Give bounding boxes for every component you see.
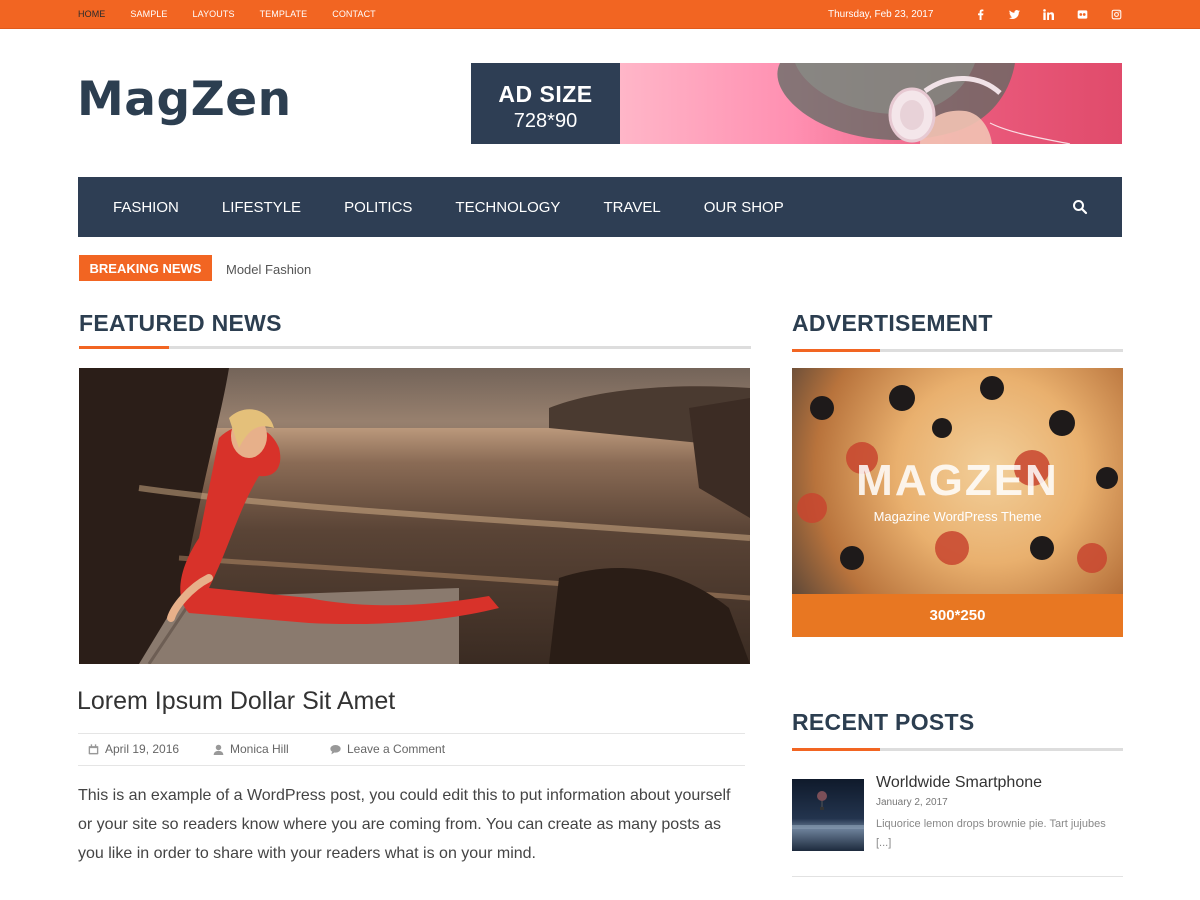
header-ad-size: 728*90 [513, 110, 578, 132]
instagram-icon[interactable] [1108, 6, 1124, 22]
recent-post-divider [792, 876, 1123, 877]
featured-heading-underline [79, 346, 751, 349]
advertisement-heading: ADVERTISEMENT [792, 310, 993, 336]
nav-item-fashion[interactable]: FASHION [113, 199, 179, 216]
calendar-icon [88, 743, 99, 754]
linkedin-icon[interactable] [1040, 6, 1056, 22]
recent-post-date: January 2, 2017 [876, 797, 948, 808]
header-ad-title: AD SIZE [498, 81, 593, 107]
meta-divider-top [78, 733, 745, 734]
top-nav-template[interactable]: TEMPLATE [260, 9, 308, 19]
nav-item-technology[interactable]: TECHNOLOGY [455, 199, 560, 216]
post-date: April 19, 2016 [88, 742, 179, 756]
nav-item-lifestyle[interactable]: LIFESTYLE [222, 199, 301, 216]
user-icon [213, 744, 224, 755]
comment-icon [330, 744, 341, 754]
recent-post-thumbnail[interactable] [792, 779, 864, 851]
header-ad-label: AD SIZE 728*90 [471, 63, 620, 144]
sidebar-ad-size[interactable]: 300*250 [792, 594, 1123, 637]
facebook-icon[interactable] [972, 6, 988, 22]
headphones-illustration [777, 63, 1071, 144]
featured-news-heading: FEATURED NEWS [79, 310, 282, 336]
sidebar-ad-brand: MAGZEN [856, 456, 1059, 505]
meta-divider-bottom [78, 765, 745, 766]
post-author-name[interactable]: Monica Hill [230, 742, 289, 756]
header-ad-banner[interactable]: AD SIZE 728*90 [471, 63, 1122, 144]
site-logo[interactable]: MagZen [77, 72, 292, 127]
nav-item-our-shop[interactable]: OUR SHOP [704, 199, 784, 216]
social-links [972, 6, 1142, 22]
recent-post-title[interactable]: Worldwide Smartphone [876, 774, 1042, 792]
nav-item-travel[interactable]: TRAVEL [603, 199, 660, 216]
current-date: Thursday, Feb 23, 2017 [828, 9, 934, 20]
main-nav: FASHION LIFESTYLE POLITICS TECHNOLOGY TR… [78, 177, 1122, 237]
balloon-illustration [792, 791, 864, 829]
sidebar-ad-tagline: Magazine WordPress Theme [873, 509, 1042, 524]
recent-post-excerpt: Liquorice lemon drops brownie pie. Tart … [876, 818, 1106, 849]
featured-post-excerpt: This is an example of a WordPress post, … [78, 787, 731, 862]
search-icon[interactable] [1072, 199, 1088, 215]
breaking-news-label: BREAKING NEWS [79, 255, 212, 281]
breaking-news-ticker[interactable]: Model Fashion [226, 262, 311, 277]
post-comments-link[interactable]: Leave a Comment [347, 742, 445, 756]
advertisement-heading-underline [792, 349, 1123, 352]
top-nav: HOME SAMPLE LAYOUTS TEMPLATE CONTACT [78, 0, 401, 28]
flickr-icon[interactable] [1074, 6, 1090, 22]
nav-item-politics[interactable]: POLITICS [344, 199, 412, 216]
top-nav-layouts[interactable]: LAYOUTS [193, 9, 235, 19]
post-date-text: April 19, 2016 [105, 742, 180, 756]
featured-post-image[interactable] [79, 368, 750, 664]
top-nav-sample[interactable]: SAMPLE [130, 9, 167, 19]
post-comments[interactable]: Leave a Comment [330, 742, 445, 756]
top-bar: HOME SAMPLE LAYOUTS TEMPLATE CONTACT Thu… [0, 0, 1200, 29]
recent-posts-heading: RECENT POSTS [792, 709, 975, 735]
header-ad-image [620, 63, 1122, 144]
twitter-icon[interactable] [1006, 6, 1022, 22]
beach-woman-illustration [79, 368, 750, 664]
recent-posts-heading-underline [792, 748, 1123, 751]
sidebar-ad-image[interactable]: MAGZEN Magazine WordPress Theme [792, 368, 1123, 594]
top-nav-home[interactable]: HOME [78, 9, 105, 19]
top-nav-contact[interactable]: CONTACT [332, 9, 376, 19]
featured-post-title[interactable]: Lorem Ipsum Dollar Sit Amet [77, 687, 395, 716]
post-author[interactable]: Monica Hill [213, 742, 289, 756]
